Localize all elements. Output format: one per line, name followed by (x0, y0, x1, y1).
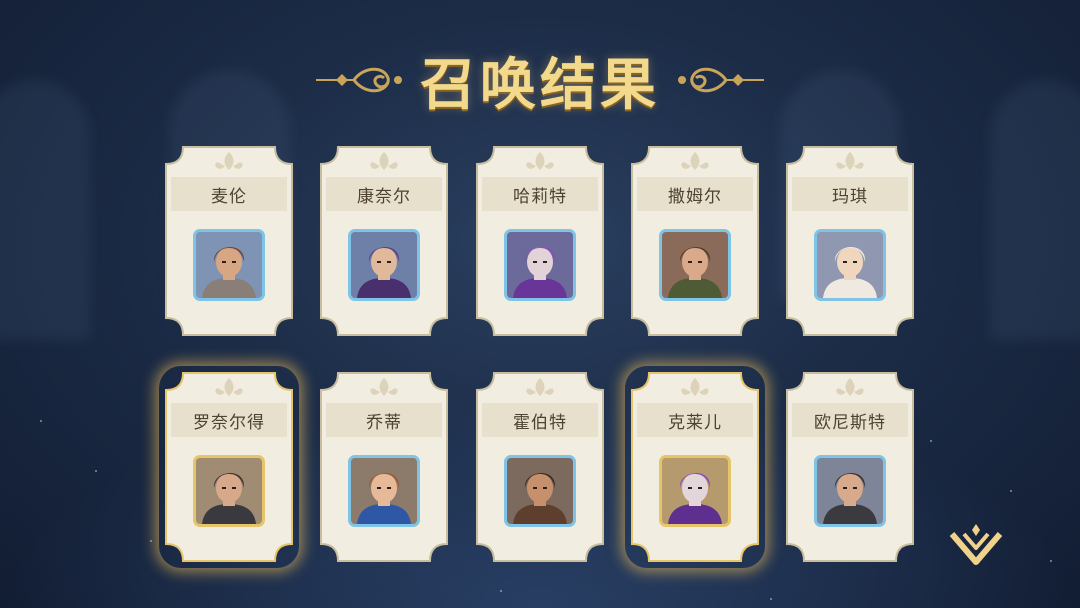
result-card[interactable]: 撒姆尔 (631, 146, 759, 336)
next-button[interactable] (948, 522, 1004, 570)
result-card[interactable]: 乔蒂 (320, 372, 448, 562)
result-card[interactable]: 欧尼斯特 (786, 372, 914, 562)
character-name: 霍伯特 (482, 403, 598, 437)
character-name: 哈莉特 (482, 177, 598, 211)
character-name: 玛琪 (792, 177, 908, 211)
character-name: 撒姆尔 (637, 177, 753, 211)
right-ornament-icon (674, 60, 766, 100)
character-name: 克莱儿 (637, 403, 753, 437)
character-portrait (504, 455, 576, 527)
result-card[interactable]: 玛琪 (786, 146, 914, 336)
left-ornament-icon (314, 60, 406, 100)
result-card[interactable]: 哈莉特 (476, 146, 604, 336)
character-portrait (348, 455, 420, 527)
character-portrait (814, 455, 886, 527)
result-card[interactable]: 克莱儿 (631, 372, 759, 562)
result-card[interactable]: 霍伯特 (476, 372, 604, 562)
page-title: 召唤结果 (420, 51, 660, 118)
character-name: 麦伦 (171, 177, 287, 211)
character-portrait (659, 229, 731, 301)
character-portrait (504, 229, 576, 301)
character-portrait (348, 229, 420, 301)
character-name: 欧尼斯特 (792, 403, 908, 437)
result-card[interactable]: 罗奈尔得 (165, 372, 293, 562)
character-name: 乔蒂 (326, 403, 442, 437)
character-name: 康奈尔 (326, 177, 442, 211)
character-portrait (659, 455, 731, 527)
character-name: 罗奈尔得 (171, 403, 287, 437)
result-card[interactable]: 麦伦 (165, 146, 293, 336)
character-portrait (193, 229, 265, 301)
result-card[interactable]: 康奈尔 (320, 146, 448, 336)
character-portrait (814, 229, 886, 301)
character-portrait (193, 455, 265, 527)
chevron-down-icon (949, 524, 1003, 565)
header: 召唤结果 (0, 40, 1080, 120)
